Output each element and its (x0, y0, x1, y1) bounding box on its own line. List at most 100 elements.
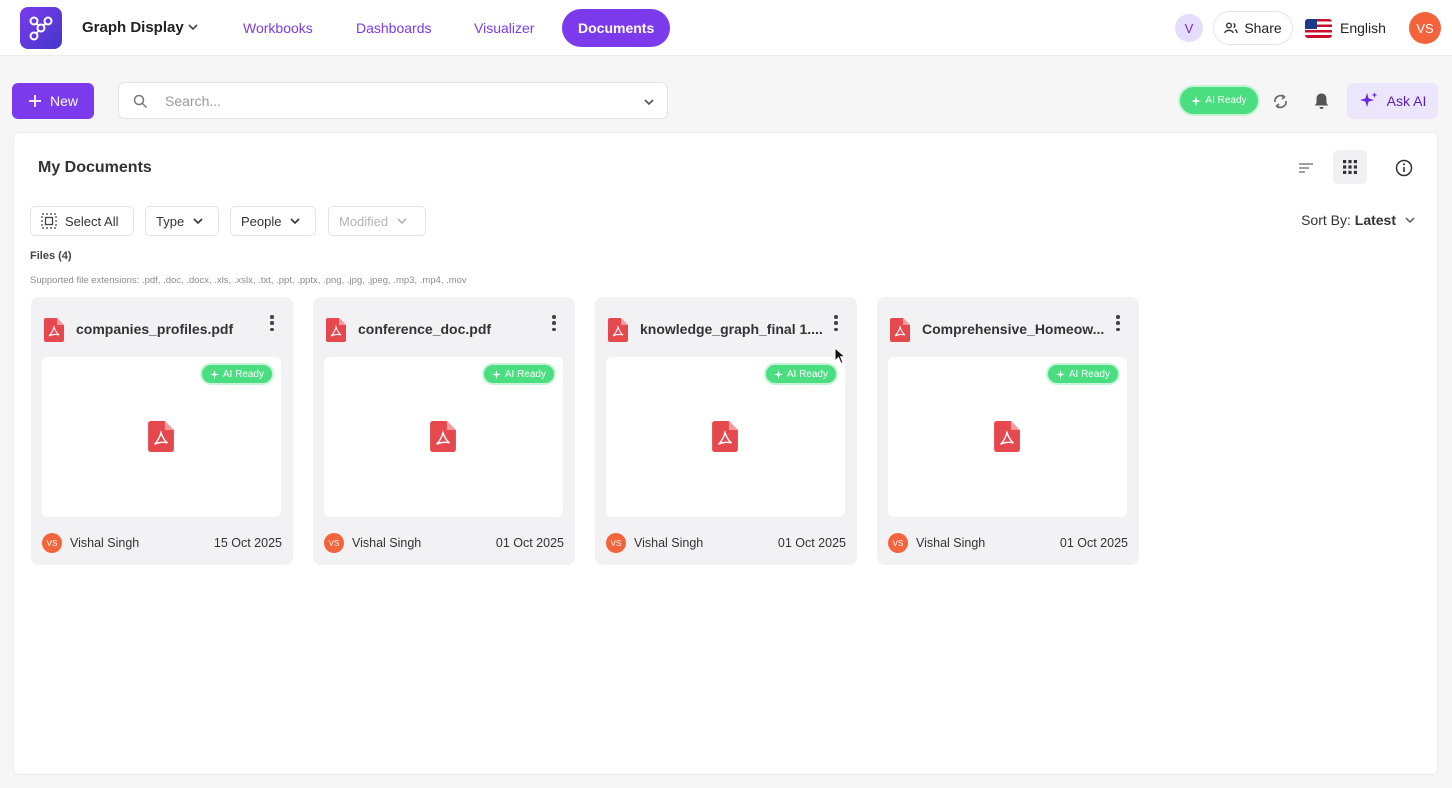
pdf-icon (44, 318, 64, 342)
search-input[interactable] (165, 89, 625, 113)
file-date: 01 Oct 2025 (777, 536, 846, 550)
info-icon (1395, 159, 1413, 177)
new-button[interactable]: New (12, 83, 94, 119)
chevron-down-icon (193, 218, 203, 225)
pdf-icon (994, 421, 1020, 452)
ai-ready-label: AI Ready (1205, 95, 1247, 106)
more-vertical-icon[interactable] (833, 315, 839, 331)
file-name[interactable]: Comprehensive_Homeow... (922, 321, 1122, 337)
file-owner: Vishal Singh (916, 536, 986, 550)
files-count: Files (4) (30, 250, 72, 262)
chevron-down-icon (290, 218, 301, 225)
file-preview[interactable]: AI Ready (42, 357, 281, 517)
info-button[interactable] (1387, 151, 1421, 185)
chevron-down-icon (397, 218, 407, 225)
ai-ready-badge: AI Ready (483, 365, 554, 383)
avatar: VS (606, 533, 626, 553)
file-date: 01 Oct 2025 (495, 536, 564, 550)
file-card[interactable]: conference_doc.pdf AI Ready VS Vishal Si… (313, 297, 575, 565)
sparkle-icon (1055, 369, 1065, 379)
file-preview[interactable]: AI Ready (324, 357, 563, 517)
modified-filter-label: Modified (339, 213, 389, 229)
chevron-down-icon[interactable] (186, 20, 200, 34)
page-title: My Documents (38, 159, 152, 176)
language-label: English (1340, 20, 1386, 36)
supported-extensions: Supported file extensions: .pdf, .doc, .… (30, 275, 467, 286)
file-owner: Vishal Singh (634, 536, 704, 550)
app-logo[interactable] (20, 7, 62, 49)
avatar: VS (324, 533, 344, 553)
sync-button[interactable] (1267, 88, 1293, 114)
plus-icon (28, 95, 41, 107)
documents-panel: My Documents Select All Type People Modi… (13, 132, 1438, 775)
chevron-down-icon[interactable] (642, 95, 656, 109)
bell-icon (1314, 93, 1328, 109)
sort-label: Sort By: Latest (1301, 212, 1396, 228)
file-card[interactable]: Comprehensive_Homeow... AI Ready VS Vish… (877, 297, 1139, 565)
more-vertical-icon[interactable] (551, 315, 557, 331)
sparkle-icon (773, 369, 783, 379)
people-filter-label: People (241, 213, 282, 229)
share-label: Share (1244, 20, 1282, 36)
notifications-button[interactable] (1308, 88, 1334, 114)
people-filter[interactable]: People (230, 206, 316, 236)
more-vertical-icon[interactable] (269, 315, 275, 331)
sort-dropdown[interactable]: Sort By: Latest (1301, 212, 1416, 228)
sort-order-button[interactable] (1289, 151, 1323, 185)
file-preview[interactable]: AI Ready (888, 357, 1127, 517)
ai-ready-badge: AI Ready (201, 365, 272, 383)
modified-filter[interactable]: Modified (328, 206, 426, 236)
file-owner: Vishal Singh (352, 536, 422, 550)
collaborator-avatar[interactable]: V (1175, 14, 1203, 42)
user-avatar[interactable]: VS (1409, 12, 1441, 44)
file-owner: Vishal Singh (70, 536, 140, 550)
sparkle-icon (1359, 92, 1378, 107)
more-vertical-icon[interactable] (1115, 315, 1121, 331)
nav-workbooks[interactable]: Workbooks (227, 9, 329, 47)
file-card[interactable]: companies_profiles.pdf AI Ready VS Visha… (31, 297, 293, 565)
share-button[interactable]: Share (1213, 11, 1293, 45)
file-preview[interactable]: AI Ready (606, 357, 845, 517)
us-flag-icon (1305, 18, 1332, 38)
mouse-cursor-icon (834, 347, 846, 365)
avatar: VS (888, 533, 908, 553)
app-title[interactable]: Graph Display (82, 19, 184, 36)
nav-visualizer[interactable]: Visualizer (458, 9, 550, 47)
file-date: 01 Oct 2025 (1059, 536, 1128, 550)
pdf-icon (148, 421, 174, 452)
pdf-icon (608, 318, 628, 342)
nav-dashboards[interactable]: Dashboards (340, 9, 448, 47)
sparkle-icon (1191, 95, 1202, 106)
avatar: VS (42, 533, 62, 553)
grid-view-button[interactable] (1333, 150, 1367, 184)
pdf-icon (890, 318, 910, 342)
file-name[interactable]: knowledge_graph_final 1.... (640, 321, 840, 337)
new-label: New (49, 93, 78, 109)
ai-ready-badge[interactable]: AI Ready (1180, 87, 1258, 114)
pdf-icon (430, 421, 456, 452)
sparkle-icon (491, 369, 501, 379)
file-name[interactable]: companies_profiles.pdf (76, 321, 276, 337)
search-icon (133, 94, 148, 109)
chevron-down-icon (1405, 217, 1415, 224)
sort-lines-icon (1299, 163, 1313, 173)
select-all-button[interactable]: Select All (30, 206, 134, 236)
ask-ai-label: Ask AI (1386, 93, 1427, 109)
file-name[interactable]: conference_doc.pdf (358, 321, 558, 337)
graph-logo-icon (29, 16, 53, 41)
grid-icon (1343, 160, 1357, 174)
select-all-icon (41, 213, 57, 229)
sparkle-icon (209, 369, 219, 379)
ask-ai-button[interactable]: Ask AI (1347, 83, 1438, 119)
top-navbar: Graph Display Workbooks Dashboards Visua… (0, 0, 1452, 56)
ai-ready-badge: AI Ready (765, 365, 836, 383)
nav-documents[interactable]: Documents (562, 9, 671, 47)
sync-icon (1273, 93, 1287, 109)
file-card[interactable]: knowledge_graph_final 1.... AI Ready VS … (595, 297, 857, 565)
search-bar[interactable] (118, 82, 668, 119)
language-selector[interactable]: English (1305, 16, 1386, 40)
pdf-icon (326, 318, 346, 342)
type-filter[interactable]: Type (145, 206, 219, 236)
pdf-icon (712, 421, 738, 452)
ai-ready-badge: AI Ready (1047, 365, 1118, 383)
